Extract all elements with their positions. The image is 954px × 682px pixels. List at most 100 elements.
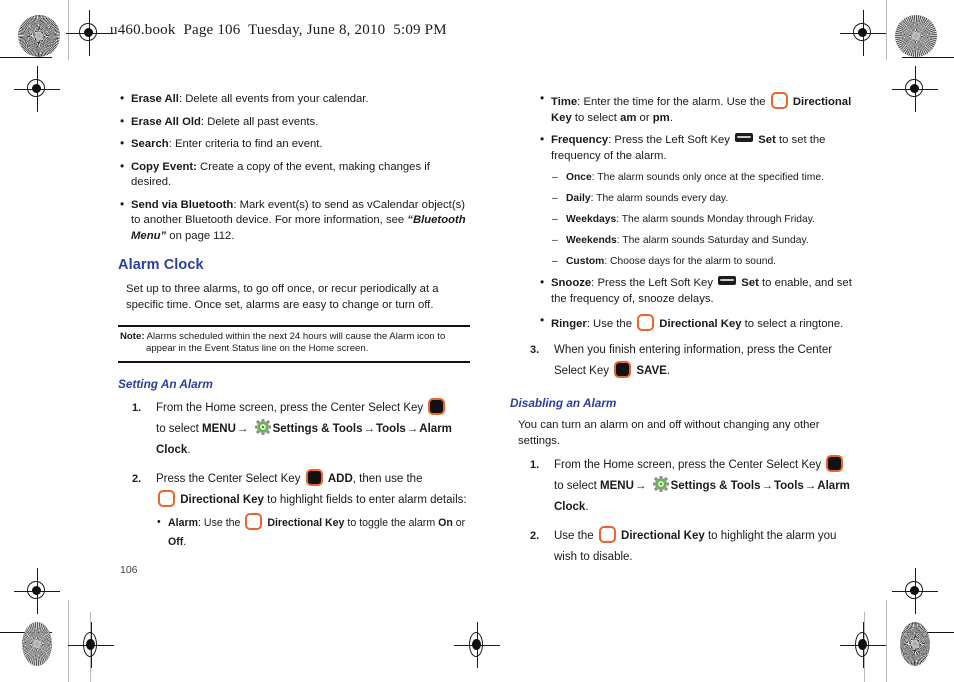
directional-key-label: Directional Key: [621, 530, 705, 542]
step-number: 3.: [530, 343, 540, 356]
directional-key-icon: [158, 490, 175, 507]
trim-rule-top-left: [0, 57, 52, 59]
step-2-setting-alarm: 2. Press the Center Select Key ADD, then…: [122, 469, 470, 552]
field-term: Frequency: [551, 134, 609, 146]
value-am: am: [620, 111, 637, 124]
field-term: Alarm: [168, 517, 199, 529]
trim-rule-bot-right: [902, 632, 954, 634]
step-text: From the Home screen, press the Center S…: [156, 402, 427, 414]
left-soft-key-icon: [718, 276, 737, 285]
tools-label: Tools: [773, 480, 804, 492]
left-soft-key-icon: [735, 133, 754, 142]
period: .: [666, 364, 671, 377]
option-desc: Delete all events from your calendar.: [185, 93, 369, 105]
step-text: From the Home screen, press the Center S…: [554, 459, 825, 471]
settings-tools-label: Settings & Tools: [272, 423, 363, 435]
field-text: : Press the Left Soft Key: [591, 277, 717, 289]
subsection-heading-disabling-an-alarm: Disabling an Alarm: [510, 395, 617, 410]
step-text: to select: [156, 423, 203, 435]
list-item: Daily: The alarm sounds every day.: [552, 192, 854, 206]
list-item-frequency: Frequency: Press the Left Soft Key Set t…: [538, 132, 854, 164]
option-desc: : The alarm sounds only once at the spec…: [591, 172, 824, 183]
disabling-alarm-intro: You can turn an alarm on and off without…: [518, 419, 820, 447]
field-text: to toggle the alarm: [344, 517, 439, 529]
directional-key-icon: [770, 92, 788, 109]
option-term: Custom: [566, 256, 605, 267]
list-item: Once: The alarm sounds only once at the …: [552, 171, 854, 185]
period: .: [183, 536, 187, 548]
registration-target-mid-left: [14, 66, 60, 112]
center-select-key-icon: [826, 455, 844, 472]
option-term: Daily: [566, 193, 591, 204]
arrow-icon: →: [804, 480, 817, 492]
center-select-key-icon: [614, 360, 632, 378]
field-term: Snooze: [551, 277, 592, 289]
add-label: ADD: [327, 473, 353, 485]
save-label: SAVE: [636, 364, 667, 377]
period: .: [669, 111, 673, 124]
settings-tools-label: Settings & Tools: [670, 480, 761, 492]
registration-rosette-bottom-right: [900, 622, 930, 666]
trim-guide-right: [886, 0, 887, 60]
trim-rule-bot-left: [0, 632, 52, 634]
list-item: Copy Event: Create a copy of the event, …: [118, 159, 470, 191]
field-text: : Press the Left Soft Key: [608, 134, 734, 146]
directional-key-icon: [598, 526, 616, 543]
registration-rosette-top-right: [895, 15, 937, 57]
step-text: When you finish entering information, pr…: [554, 343, 833, 377]
value-off: Off: [168, 536, 184, 548]
step-number: 2.: [530, 530, 540, 542]
field-text: to select: [571, 111, 621, 124]
subsection-heading-setting-an-alarm: Setting An Alarm: [118, 376, 213, 391]
directional-key-label: Directional Key: [180, 494, 264, 506]
registration-rosette-top-left: [18, 15, 60, 57]
period: .: [187, 444, 191, 456]
alarm-clock-intro: Set up to three alarms, to go off once, …: [126, 282, 439, 311]
step-2-disabling-alarm: 2. Use the Directional Key to highlight …: [520, 526, 854, 568]
option-desc: Enter criteria to find an event.: [174, 138, 323, 150]
list-item: Weekdays: The alarm sounds Monday throug…: [552, 213, 854, 227]
trim-guide-left: [68, 0, 69, 60]
arrow-icon: →: [363, 423, 375, 435]
list-item-time: Time: Enter the time for the alarm. Use …: [538, 91, 854, 126]
note-box: Note: Alarms scheduled within the next 2…: [118, 324, 470, 363]
center-select-key-icon: [428, 398, 446, 415]
menu-label: MENU: [600, 480, 634, 492]
option-term: Weekdays: [566, 214, 617, 225]
directional-key-icon: [637, 314, 655, 331]
list-item: Erase All Old: Delete all past events.: [118, 114, 470, 131]
option-term: Search: [131, 138, 169, 150]
trim-rule-top-right: [902, 57, 954, 59]
registration-target-top-right: [840, 10, 886, 56]
option-desc: Delete all past events.: [207, 115, 319, 128]
field-text: : Use the: [198, 517, 244, 529]
section-heading-alarm-clock: Alarm Clock: [118, 257, 204, 273]
step-text: Press the Center Select Key: [156, 473, 304, 485]
option-term: Copy Event:: [131, 160, 197, 173]
registration-target-top-left: [66, 10, 112, 56]
registration-rosette-bottom-left: [22, 622, 52, 666]
step-text: to select: [554, 480, 601, 492]
registration-target-bottom-left: [68, 622, 114, 668]
option-desc: : The alarm sounds every day.: [590, 193, 729, 204]
step-text: , then use the: [352, 473, 423, 485]
set-label: Set: [741, 277, 759, 289]
book-header: u460.book Page 106 Tuesday, June 8, 2010…: [110, 22, 447, 38]
set-label: Set: [758, 134, 776, 146]
step-1-disabling-alarm: 1. From the Home screen, press the Cente…: [520, 455, 854, 518]
option-term: Weekends: [566, 235, 617, 246]
settings-tools-gear-icon: [652, 476, 669, 492]
list-item: Custom: Choose days for the alarm to sou…: [552, 255, 854, 269]
center-select-key-icon: [305, 469, 323, 486]
step-1-setting-alarm: 1. From the Home screen, press the Cente…: [122, 398, 470, 461]
registration-target-bottom-right: [840, 622, 886, 668]
option-desc-tail: on page 112.: [166, 229, 235, 242]
value-pm: pm: [652, 111, 670, 124]
option-desc: : The alarm sounds Saturday and Sunday.: [616, 235, 809, 246]
step-text: to highlight fields to enter alarm detai…: [263, 494, 467, 506]
field-term: Ringer: [551, 318, 587, 330]
arrow-icon: →: [236, 423, 249, 435]
tools-label: Tools: [375, 423, 406, 435]
list-item: Weekends: The alarm sounds Saturday and …: [552, 234, 854, 248]
list-item: Erase All: Delete all events from your c…: [118, 91, 470, 108]
